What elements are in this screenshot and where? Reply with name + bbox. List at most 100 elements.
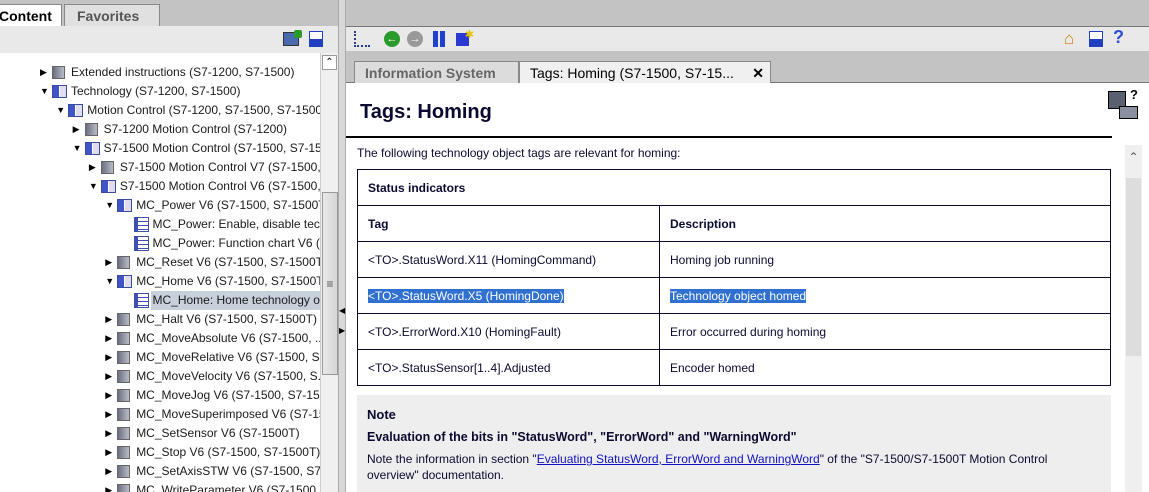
tree-item-label: MC_Home V6 (S7-1500, S7-1500T) [136,274,320,288]
header-tag: Tag [357,205,660,242]
tree-item[interactable]: ▼ Motion Control (S7-1200, S7-1500, S7-15… [0,101,320,120]
tree-item[interactable]: ▶ MC_MoveRelative V6 (S7-1500, S7-... [0,348,320,367]
tree-item-label: Technology (S7-1200, S7-1500) [71,84,241,98]
collapse-arrow-icon[interactable]: ▶ [105,329,115,348]
tree-item[interactable]: ▼ Technology (S7-1200, S7-1500) [0,82,320,101]
forward-icon[interactable]: → [407,31,423,47]
tree-item[interactable]: MC_Power: Enable, disable tec... [0,215,320,234]
tree-item[interactable]: ▼ MC_Home V6 (S7-1500, S7-1500T) [0,272,320,291]
tree-item[interactable]: ▼ S7-1500 Motion Control V6 (S7-1500, ... [0,177,320,196]
tree-item[interactable]: MC_Home: Home technology obj... [0,291,320,310]
tree-item[interactable]: ▶ MC_MoveAbsolute V6 (S7-1500, ... [0,329,320,348]
expand-right-icon[interactable]: ▶ [339,326,345,335]
tag-cell: <TO>.StatusWord.X11 (HomingCommand) [357,241,660,278]
scroll-up-button[interactable]: ⌃ [322,55,337,70]
back-icon[interactable]: ← [384,31,400,47]
content-tree: ▶ Extended instructions (S7-1200, S7-1500… [0,53,320,492]
tree-item[interactable]: ▶ MC_WriteParameter V6 (S7-1500, ... [0,481,320,492]
evaluating-statusword-link[interactable]: Evaluating StatusWord, ErrorWord and War… [537,452,820,466]
tree-item[interactable]: MC_Power: Function chart V6 (S... [0,234,320,253]
table-row: <TO>.StatusWord.X5 (HomingDone) Technolog… [357,277,1111,314]
closed-book-icon [117,313,131,326]
sync-tree-icon[interactable] [354,31,370,47]
expand-arrow-icon[interactable]: ▼ [105,272,115,291]
collapse-arrow-icon[interactable]: ▶ [40,63,50,82]
tree-item[interactable]: ▶ Extended instructions (S7-1200, S7-1500… [0,63,320,82]
tree-item-label: MC_MoveAbsolute V6 (S7-1500, ... [136,331,320,345]
collapse-arrow-icon[interactable]: ▶ [105,367,115,386]
collapse-arrow-icon[interactable]: ▶ [105,386,115,405]
scroll-up-button[interactable]: ⌃ [1125,150,1142,164]
layout-help-icon[interactable]: ? [1108,87,1138,121]
collapse-arrow-icon[interactable]: ▶ [73,120,83,139]
expand-arrow-icon[interactable]: ▼ [73,139,83,158]
tree-item-label: MC_Home: Home technology obj... [150,291,320,310]
tree-item[interactable]: ▼ MC_Power V6 (S7-1500, S7-1500T) [0,196,320,215]
new-window-icon[interactable]: ✱ [456,29,474,46]
collapse-arrow-icon[interactable]: ▶ [105,443,115,462]
selected-text: Technology object homed [670,288,807,303]
tree-item[interactable]: ▶ MC_SetSensor V6 (S7-1500T) [0,424,320,443]
tree-item[interactable]: ▶ S7-1200 Motion Control (S7-1200) [0,120,320,139]
tree-item-label: MC_SetSensor V6 (S7-1500T) [136,426,300,440]
print-icon[interactable] [1089,31,1103,47]
collapse-arrow-icon[interactable]: ▶ [105,424,115,443]
close-tab-icon[interactable]: ✕ [752,65,764,82]
left-pane: Content Favorites ▶ Extended instructions… [0,0,338,492]
table-row: <TO>.StatusWord.X11 (HomingCommand) Homin… [357,241,1111,278]
open-book-icon [68,104,84,117]
tree-item-label: S7-1500 Motion Control V7 (S7-1500, ... [119,160,320,174]
tree-item[interactable]: ▶ MC_Stop V6 (S7-1500, S7-1500T) [0,443,320,462]
collapse-arrow-icon[interactable]: ▶ [105,310,115,329]
tree-item[interactable]: ▶ MC_SetAxisSTW V6 (S7-1500, S7-1... [0,462,320,481]
content-scrollbar[interactable]: ⌃ [1125,145,1142,492]
collapse-arrow-icon[interactable]: ▶ [89,158,99,177]
tree-scrollbar[interactable]: ⌃ ≡ [320,53,338,492]
tab-favorites[interactable]: Favorites [64,4,160,26]
collapse-left-icon[interactable]: ◀ [339,306,345,315]
expand-arrow-icon[interactable]: ▼ [89,177,99,196]
description-cell: Technology object homed [659,277,1111,314]
closed-book-icon [100,161,114,174]
tree-item-label: MC_Halt V6 (S7-1500, S7-1500T) [136,312,317,326]
tree-item[interactable]: ▶ MC_MoveJog V6 (S7-1500, S7-15... [0,386,320,405]
tree-item[interactable]: ▶ MC_Halt V6 (S7-1500, S7-1500T) [0,310,320,329]
tab-content[interactable]: Content [0,4,62,26]
collapse-arrow-icon[interactable]: ▶ [105,348,115,367]
closed-book-icon [117,465,131,478]
selected-text: <TO>.StatusWord.X5 (HomingDone) [368,288,564,303]
pane-splitter[interactable]: ◀ ▶ [338,0,346,492]
help-export-icon[interactable] [283,30,302,46]
collapse-arrow-icon[interactable]: ▶ [105,481,115,492]
intro-text: The following technology object tags are… [357,146,681,160]
collapse-arrow-icon[interactable]: ▶ [105,405,115,424]
collapse-arrow-icon[interactable]: ▶ [105,253,115,272]
scroll-thumb[interactable]: ≡ [322,192,338,375]
expand-arrow-icon[interactable]: ▼ [105,196,115,215]
tree-item-label: MC_MoveSuperimposed V6 (S7-150... [136,407,320,421]
print-icon[interactable] [309,31,323,47]
help-icon[interactable]: ? [1113,27,1124,48]
closed-book-icon [117,370,131,383]
bookmark-icon[interactable] [433,31,445,47]
description-cell: Error occurred during homing [659,313,1111,350]
scroll-thumb[interactable] [1126,178,1141,356]
expand-arrow-icon[interactable]: ▼ [56,101,66,120]
title-divider [346,136,1112,138]
tab-information-system[interactable]: Information System [354,61,519,83]
tree-item[interactable]: ▼ S7-1500 Motion Control (S7-1500, S7-150… [0,139,320,158]
tab-tags-homing[interactable]: Tags: Homing (S7-1500, S7-15... ✕ [519,61,771,83]
tree-item-label: MC_SetAxisSTW V6 (S7-1500, S7-1... [136,464,320,478]
tree-item[interactable]: ▶ MC_Reset V6 (S7-1500, S7-1500T) [0,253,320,272]
description-cell: Encoder homed [659,349,1111,386]
tree-item[interactable]: ▶ MC_MoveVelocity V6 (S7-1500, S... [0,367,320,386]
tree-item[interactable]: ▶ S7-1500 Motion Control V7 (S7-1500, ... [0,158,320,177]
tree-item-label: MC_Power: Enable, disable tec... [152,217,321,231]
closed-book-icon [117,351,131,364]
left-tabs: Content Favorites [0,0,338,26]
tree-item-label: MC_Stop V6 (S7-1500, S7-1500T) [136,445,320,459]
home-icon[interactable]: ⌂ [1064,29,1074,49]
expand-arrow-icon[interactable]: ▼ [40,82,50,101]
tree-item[interactable]: ▶ MC_MoveSuperimposed V6 (S7-150... [0,405,320,424]
collapse-arrow-icon[interactable]: ▶ [105,462,115,481]
